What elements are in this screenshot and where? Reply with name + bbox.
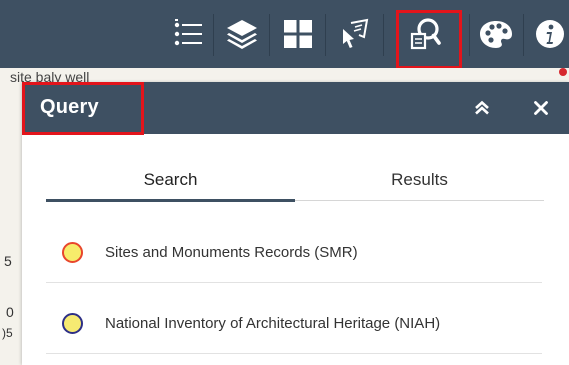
- query-item-niah[interactable]: National Inventory of Architectural Heri…: [46, 294, 542, 354]
- close-icon: [534, 101, 548, 115]
- query-item-label: National Inventory of Architectural Heri…: [105, 315, 441, 332]
- toolbar-separator: [523, 14, 524, 56]
- map-side-glyph: 0: [6, 304, 14, 320]
- info-icon: [536, 20, 564, 48]
- select-icon: [343, 18, 369, 48]
- query-panel: Query Search Results Sites and Monuments…: [22, 82, 569, 365]
- query-tabs: Search Results: [46, 170, 544, 200]
- toolbar-separator: [383, 14, 384, 56]
- widget-toolbar: [0, 0, 569, 68]
- tab-results[interactable]: Results: [295, 170, 544, 200]
- palette-icon: [480, 21, 512, 48]
- toolbar-separator: [213, 14, 214, 56]
- double-chevron-up-icon: [475, 100, 489, 115]
- toolbar-separator: [469, 14, 470, 56]
- basemap-gallery-icon: [284, 20, 312, 48]
- layers-icon: [227, 20, 257, 49]
- map-marker: [559, 68, 567, 76]
- layer-color-dot: [62, 242, 83, 263]
- select-button[interactable]: [332, 0, 376, 68]
- toolbar-separator: [269, 14, 270, 56]
- tab-search[interactable]: Search: [46, 170, 295, 200]
- layer-list-button[interactable]: [166, 0, 210, 68]
- map-side-glyph: 5: [4, 253, 12, 269]
- layer-list-icon: [174, 19, 202, 46]
- panel-title: Query: [40, 96, 99, 118]
- close-button[interactable]: [527, 94, 555, 122]
- layer-color-dot: [62, 313, 83, 334]
- basemap-gallery-button[interactable]: [276, 0, 320, 68]
- layers-button[interactable]: [220, 0, 264, 68]
- query-icon: [410, 18, 441, 50]
- map-side-glyph: )5: [2, 326, 13, 340]
- toolbar-separator: [325, 14, 326, 56]
- query-item-smr[interactable]: Sites and Monuments Records (SMR): [46, 223, 542, 283]
- palette-button[interactable]: [474, 0, 518, 68]
- collapse-button[interactable]: [468, 94, 496, 122]
- panel-header: Query: [22, 82, 569, 134]
- query-button[interactable]: [403, 0, 447, 68]
- info-button[interactable]: [528, 0, 569, 68]
- active-tab-indicator: [46, 199, 295, 202]
- query-item-label: Sites and Monuments Records (SMR): [105, 244, 358, 261]
